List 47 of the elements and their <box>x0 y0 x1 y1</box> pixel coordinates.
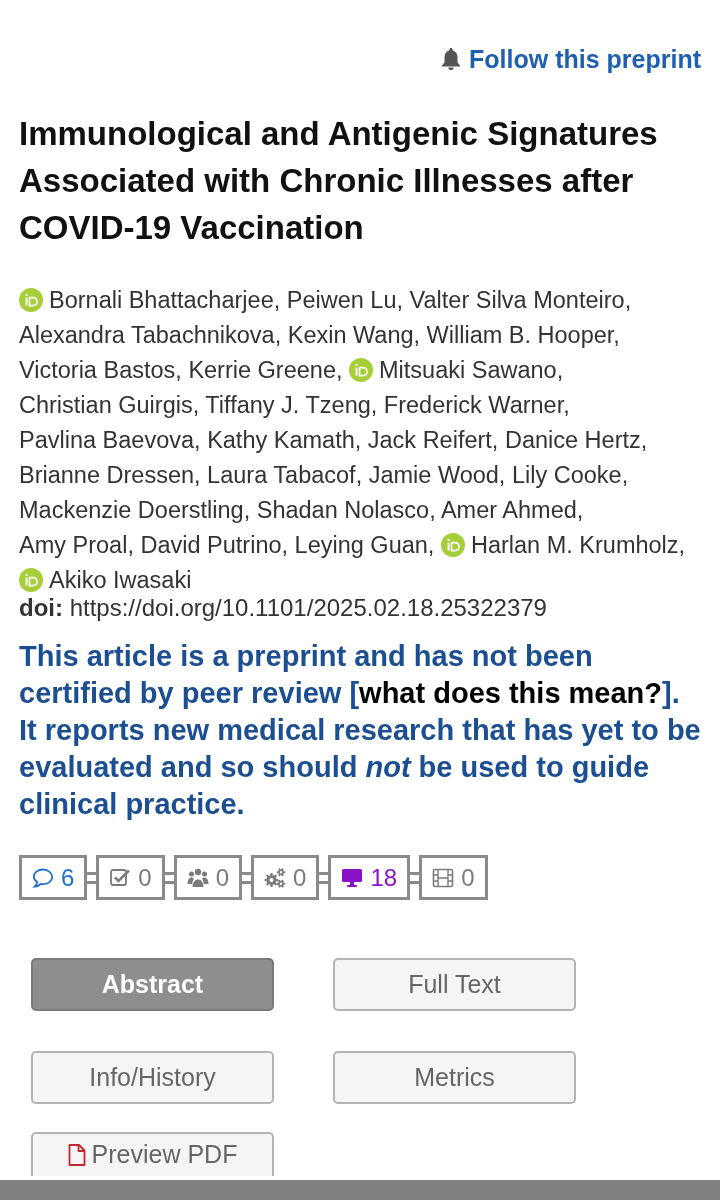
doi-link[interactable]: https://doi.org/10.1101/2025.02.18.25322379 <box>69 594 547 621</box>
author-name: Victoria Bastos, <box>19 357 182 383</box>
author-name: Tiffany J. Tzeng, <box>205 392 378 418</box>
author-name: Shadan Nolasco, <box>256 497 436 523</box>
author-name: Frederick Warner, <box>383 392 570 418</box>
author-name: Mitsuaki Sawano, <box>379 357 564 383</box>
author-name: Kathy Kamath, <box>207 427 362 453</box>
preprint-notice: This article is a preprint and has not been certified by peer review [what does this mean?]. It reports new medical research that has yet to be evaluated and so should not be used to guide clinical practice. <box>19 639 701 822</box>
author-name: Kexin Wang, <box>287 322 421 348</box>
author-name: Brianne Dressen, <box>19 462 201 488</box>
author-name: Jack Reifert, <box>367 427 499 453</box>
author-name: Christian Guirgis, <box>19 392 200 418</box>
what-does-this-mean-link[interactable]: what does this mean? <box>359 677 663 709</box>
author-name: Peiwen Lu, <box>286 287 404 313</box>
metric-badge[interactable]: 18 <box>328 855 411 900</box>
preview-pdf-button[interactable]: Preview PDF <box>31 1132 274 1176</box>
metric-badge[interactable]: 0 <box>419 855 488 900</box>
tab-button[interactable]: Info/History <box>31 1051 274 1104</box>
document-icon <box>67 1144 86 1166</box>
author-name: Lily Cooke, <box>511 462 629 488</box>
bell-icon <box>441 48 462 70</box>
author-name: William B. Hooper, <box>426 322 620 348</box>
author-name: Alexandra Tabachnikova, <box>19 322 282 348</box>
author-name: Amy Proal, <box>19 532 134 558</box>
tab-button[interactable]: Full Text <box>333 958 576 1011</box>
author-name: Harlan M. Krumholz, <box>470 532 686 558</box>
author-name: Valter Silva Monteiro, <box>409 287 632 313</box>
author-name: David Putrino, <box>140 532 289 558</box>
follow-link[interactable]: Follow this preprint <box>441 44 701 74</box>
author-name: Kerrie Greene, <box>188 357 343 383</box>
author-name: Pavlina Baevova, <box>19 427 201 453</box>
author-name: Laura Tabacof, <box>207 462 363 488</box>
author-name: Mackenzie Doerstling, <box>19 497 251 523</box>
author-name: Jamie Wood, <box>368 462 506 488</box>
tab-button[interactable]: Abstract <box>31 958 274 1011</box>
author-name: Leying Guan, <box>294 532 435 558</box>
doi-label: doi: <box>19 594 63 621</box>
author-name: Amer Ahmed, <box>440 497 584 523</box>
author-name: Akiko Iwasaki <box>49 567 192 593</box>
metric-badge[interactable]: 0 <box>96 855 165 900</box>
article-title: Immunological and Antigenic Signatures Associated with Chronic Illnesses after COVID-19 Vaccination <box>19 114 659 248</box>
tab-button[interactable]: Metrics <box>333 1051 576 1104</box>
metric-badge[interactable]: 0 <box>173 855 243 900</box>
metric-badge[interactable]: 6 <box>19 855 88 900</box>
author-name: Bornali Bhattacharjee, <box>49 287 281 313</box>
metric-badge[interactable]: 0 <box>251 855 320 900</box>
author-name: Danice Hertz, <box>504 427 648 453</box>
